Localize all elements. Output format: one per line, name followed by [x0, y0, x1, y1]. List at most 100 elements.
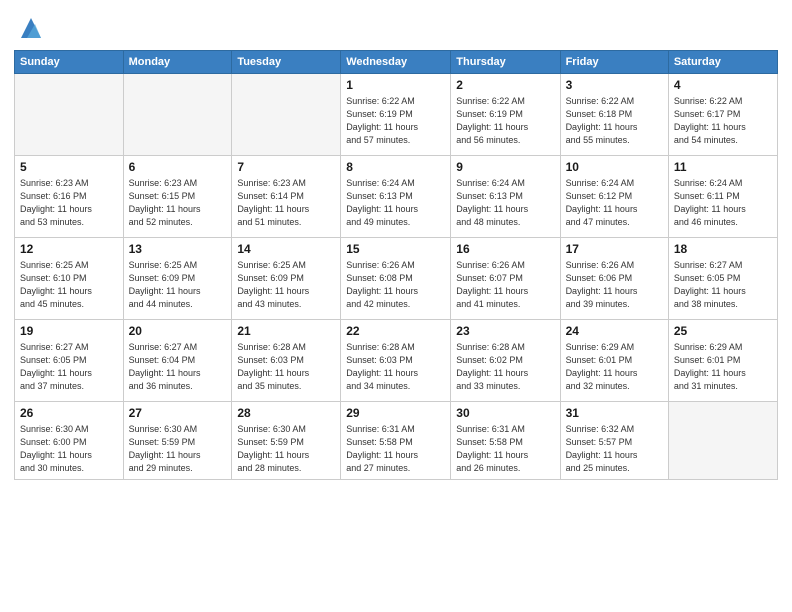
col-header-friday: Friday — [560, 51, 668, 74]
day-number: 5 — [20, 160, 118, 174]
day-cell: 1 Sunrise: 6:22 AM Sunset: 6:19 PM Daylig… — [341, 74, 451, 156]
day-number: 22 — [346, 324, 445, 338]
day-cell: 6 Sunrise: 6:23 AM Sunset: 6:15 PM Daylig… — [123, 156, 232, 238]
day-info: Sunrise: 6:23 AM Sunset: 6:14 PM Dayligh… — [237, 177, 335, 229]
day-info: Sunrise: 6:26 AM Sunset: 6:07 PM Dayligh… — [456, 259, 554, 311]
day-number: 24 — [566, 324, 663, 338]
day-cell: 4 Sunrise: 6:22 AM Sunset: 6:17 PM Daylig… — [668, 74, 777, 156]
day-cell: 28 Sunrise: 6:30 AM Sunset: 5:59 PM Dayli… — [232, 402, 341, 480]
day-number: 16 — [456, 242, 554, 256]
col-header-sunday: Sunday — [15, 51, 124, 74]
day-cell: 23Sunrise: 6:28 AM Sunset: 6:02 PM Dayli… — [451, 320, 560, 402]
day-number: 8 — [346, 160, 445, 174]
day-info: Sunrise: 6:29 AM Sunset: 6:01 PM Dayligh… — [566, 341, 663, 393]
day-info: Sunrise: 6:22 AM Sunset: 6:19 PM Dayligh… — [346, 95, 445, 147]
day-info: Sunrise: 6:25 AM Sunset: 6:09 PM Dayligh… — [237, 259, 335, 311]
day-info: Sunrise: 6:30 AM Sunset: 5:59 PM Dayligh… — [237, 423, 335, 475]
week-row-1: 1 Sunrise: 6:22 AM Sunset: 6:19 PM Daylig… — [15, 74, 778, 156]
day-cell: 13 Sunrise: 6:25 AM Sunset: 6:09 PM Dayli… — [123, 238, 232, 320]
day-info: Sunrise: 6:25 AM Sunset: 6:10 PM Dayligh… — [20, 259, 118, 311]
day-cell: 20 Sunrise: 6:27 AM Sunset: 6:04 PM Dayli… — [123, 320, 232, 402]
col-header-tuesday: Tuesday — [232, 51, 341, 74]
day-cell: 26 Sunrise: 6:30 AM Sunset: 6:00 PM Dayli… — [15, 402, 124, 480]
page: SundayMondayTuesdayWednesdayThursdayFrid… — [0, 0, 792, 612]
day-cell: 31 Sunrise: 6:32 AM Sunset: 5:57 PM Dayli… — [560, 402, 668, 480]
day-cell: 2Sunrise: 6:22 AM Sunset: 6:19 PM Daylig… — [451, 74, 560, 156]
day-number: 15 — [346, 242, 445, 256]
day-number: 29 — [346, 406, 445, 420]
day-info: Sunrise: 6:30 AM Sunset: 5:59 PM Dayligh… — [129, 423, 227, 475]
day-info: Sunrise: 6:28 AM Sunset: 6:02 PM Dayligh… — [456, 341, 554, 393]
day-cell — [232, 74, 341, 156]
day-cell: 30 Sunrise: 6:31 AM Sunset: 5:58 PM Dayli… — [451, 402, 560, 480]
logo — [14, 14, 45, 42]
day-number: 31 — [566, 406, 663, 420]
day-number: 30 — [456, 406, 554, 420]
week-row-4: 19Sunrise: 6:27 AM Sunset: 6:05 PM Dayli… — [15, 320, 778, 402]
calendar-table: SundayMondayTuesdayWednesdayThursdayFrid… — [14, 50, 778, 480]
day-cell: 17Sunrise: 6:26 AM Sunset: 6:06 PM Dayli… — [560, 238, 668, 320]
day-info: Sunrise: 6:24 AM Sunset: 6:13 PM Dayligh… — [456, 177, 554, 229]
day-number: 6 — [129, 160, 227, 174]
day-info: Sunrise: 6:22 AM Sunset: 6:18 PM Dayligh… — [566, 95, 663, 147]
day-number: 7 — [237, 160, 335, 174]
day-info: Sunrise: 6:28 AM Sunset: 6:03 PM Dayligh… — [237, 341, 335, 393]
day-info: Sunrise: 6:26 AM Sunset: 6:08 PM Dayligh… — [346, 259, 445, 311]
day-cell — [668, 402, 777, 480]
day-number: 26 — [20, 406, 118, 420]
week-row-2: 5 Sunrise: 6:23 AM Sunset: 6:16 PM Daylig… — [15, 156, 778, 238]
calendar-header-row: SundayMondayTuesdayWednesdayThursdayFrid… — [15, 51, 778, 74]
col-header-saturday: Saturday — [668, 51, 777, 74]
col-header-wednesday: Wednesday — [341, 51, 451, 74]
day-number: 20 — [129, 324, 227, 338]
week-row-3: 12 Sunrise: 6:25 AM Sunset: 6:10 PM Dayli… — [15, 238, 778, 320]
day-number: 4 — [674, 78, 772, 92]
day-number: 1 — [346, 78, 445, 92]
day-info: Sunrise: 6:31 AM Sunset: 5:58 PM Dayligh… — [456, 423, 554, 475]
day-number: 13 — [129, 242, 227, 256]
day-number: 9 — [456, 160, 554, 174]
day-number: 18 — [674, 242, 772, 256]
day-cell: 5 Sunrise: 6:23 AM Sunset: 6:16 PM Daylig… — [15, 156, 124, 238]
day-cell: 24 Sunrise: 6:29 AM Sunset: 6:01 PM Dayli… — [560, 320, 668, 402]
day-number: 3 — [566, 78, 663, 92]
day-info: Sunrise: 6:24 AM Sunset: 6:11 PM Dayligh… — [674, 177, 772, 229]
day-info: Sunrise: 6:25 AM Sunset: 6:09 PM Dayligh… — [129, 259, 227, 311]
day-cell: 15 Sunrise: 6:26 AM Sunset: 6:08 PM Dayli… — [341, 238, 451, 320]
week-row-5: 26 Sunrise: 6:30 AM Sunset: 6:00 PM Dayli… — [15, 402, 778, 480]
day-cell — [15, 74, 124, 156]
day-cell: 3 Sunrise: 6:22 AM Sunset: 6:18 PM Daylig… — [560, 74, 668, 156]
day-number: 12 — [20, 242, 118, 256]
day-cell: 12 Sunrise: 6:25 AM Sunset: 6:10 PM Dayli… — [15, 238, 124, 320]
day-info: Sunrise: 6:24 AM Sunset: 6:12 PM Dayligh… — [566, 177, 663, 229]
day-cell: 29Sunrise: 6:31 AM Sunset: 5:58 PM Dayli… — [341, 402, 451, 480]
day-number: 28 — [237, 406, 335, 420]
day-number: 19 — [20, 324, 118, 338]
day-info: Sunrise: 6:28 AM Sunset: 6:03 PM Dayligh… — [346, 341, 445, 393]
day-number: 11 — [674, 160, 772, 174]
day-number: 27 — [129, 406, 227, 420]
day-cell: 21 Sunrise: 6:28 AM Sunset: 6:03 PM Dayli… — [232, 320, 341, 402]
day-info: Sunrise: 6:27 AM Sunset: 6:05 PM Dayligh… — [674, 259, 772, 311]
day-number: 10 — [566, 160, 663, 174]
header — [14, 10, 778, 42]
day-cell: 25Sunrise: 6:29 AM Sunset: 6:01 PM Dayli… — [668, 320, 777, 402]
col-header-monday: Monday — [123, 51, 232, 74]
day-info: Sunrise: 6:26 AM Sunset: 6:06 PM Dayligh… — [566, 259, 663, 311]
day-info: Sunrise: 6:22 AM Sunset: 6:17 PM Dayligh… — [674, 95, 772, 147]
day-info: Sunrise: 6:32 AM Sunset: 5:57 PM Dayligh… — [566, 423, 663, 475]
day-number: 14 — [237, 242, 335, 256]
day-number: 21 — [237, 324, 335, 338]
logo-icon — [17, 14, 45, 42]
day-cell: 18 Sunrise: 6:27 AM Sunset: 6:05 PM Dayli… — [668, 238, 777, 320]
day-cell: 10 Sunrise: 6:24 AM Sunset: 6:12 PM Dayli… — [560, 156, 668, 238]
day-info: Sunrise: 6:30 AM Sunset: 6:00 PM Dayligh… — [20, 423, 118, 475]
day-cell: 11 Sunrise: 6:24 AM Sunset: 6:11 PM Dayli… — [668, 156, 777, 238]
day-info: Sunrise: 6:23 AM Sunset: 6:16 PM Dayligh… — [20, 177, 118, 229]
day-cell: 9 Sunrise: 6:24 AM Sunset: 6:13 PM Daylig… — [451, 156, 560, 238]
day-cell: 14 Sunrise: 6:25 AM Sunset: 6:09 PM Dayli… — [232, 238, 341, 320]
day-info: Sunrise: 6:27 AM Sunset: 6:04 PM Dayligh… — [129, 341, 227, 393]
day-cell: 27 Sunrise: 6:30 AM Sunset: 5:59 PM Dayli… — [123, 402, 232, 480]
day-info: Sunrise: 6:29 AM Sunset: 6:01 PM Dayligh… — [674, 341, 772, 393]
day-info: Sunrise: 6:23 AM Sunset: 6:15 PM Dayligh… — [129, 177, 227, 229]
